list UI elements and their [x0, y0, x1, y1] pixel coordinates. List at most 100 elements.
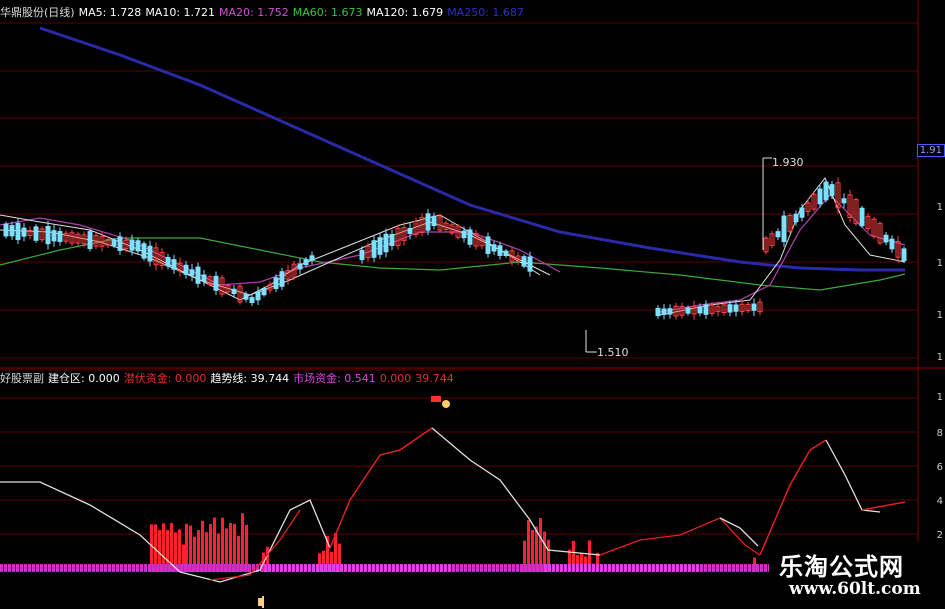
market-money-bar: [552, 564, 555, 572]
candle-body: [111, 239, 117, 247]
chart-canvas[interactable]: [0, 0, 945, 609]
candle-body: [189, 269, 195, 276]
market-money-bar: [156, 564, 159, 572]
market-money-bar: [192, 564, 195, 572]
trend-line-rise: [599, 517, 761, 556]
market-money-bar: [16, 564, 19, 572]
main-indicator-legend: 华鼎股份(日线) MA5: 1.728 MA10: 1.721 MA20: 1.752…: [0, 6, 528, 20]
candle-body: [141, 243, 147, 259]
market-money-bar: [348, 564, 351, 572]
market-money-bar: [744, 564, 747, 572]
market-money-bar: [72, 564, 75, 572]
market-money-bar: [168, 564, 171, 572]
candle-body: [117, 236, 123, 251]
current-price-badge: 1.91: [916, 144, 945, 157]
money-bar: [221, 517, 224, 572]
candle-body: [859, 207, 865, 227]
market-money-bar: [728, 564, 731, 572]
market-money-bar: [444, 564, 447, 572]
market-money-bar: [580, 564, 583, 572]
market-money-bar: [456, 564, 459, 572]
market-money-bar: [448, 564, 451, 572]
market-money-bar: [324, 564, 327, 572]
market-money-bar: [336, 564, 339, 572]
market-money-bar: [292, 564, 295, 572]
market-money-bar: [668, 564, 671, 572]
market-money-bar: [248, 564, 251, 572]
watermark: 乐淘公式网 www.60lt.com: [769, 541, 945, 609]
market-money-bar: [516, 564, 519, 572]
candle-body: [57, 231, 63, 242]
candle-body: [171, 259, 177, 270]
market-money-bar: [528, 564, 531, 572]
market-money-bar: [432, 564, 435, 572]
market-money-bar: [708, 564, 711, 572]
market-money-bar: [388, 564, 391, 572]
market-money-bar: [592, 564, 595, 572]
market-money-bar: [480, 564, 483, 572]
main-item: 华鼎股份(日线): [0, 6, 75, 19]
market-money-bar: [544, 564, 547, 572]
market-money-bar: [624, 564, 627, 572]
candle-body: [297, 263, 303, 270]
candle-body: [231, 288, 237, 295]
market-money-bar: [304, 564, 307, 572]
market-money-bar: [312, 564, 315, 572]
market-money-bar: [616, 564, 619, 572]
main-item: MA10: 1.721: [145, 6, 216, 19]
candle-body: [21, 227, 27, 237]
candle-body: [279, 271, 285, 287]
candle-body: [15, 222, 21, 241]
signal-marker-icon: [442, 400, 450, 408]
market-money-bar: [460, 564, 463, 572]
candle-body: [485, 236, 491, 254]
market-money-bar: [264, 564, 267, 572]
market-money-bar: [380, 564, 383, 572]
stock-chart-app: 华鼎股份(日线) MA5: 1.728 MA10: 1.721 MA20: 1.752…: [0, 0, 945, 609]
market-money-bar: [532, 564, 535, 572]
market-money-bar: [224, 564, 227, 572]
candle-body: [817, 188, 823, 205]
main-item: MA250: 1.687: [447, 6, 524, 19]
candle-body: [431, 215, 437, 226]
market-money-bar: [184, 564, 187, 572]
market-money-bar: [180, 564, 183, 572]
market-money-bar: [412, 564, 415, 572]
market-money-bar: [52, 564, 55, 572]
market-money-bar: [716, 564, 719, 572]
sub-axis-tick: 4: [936, 496, 943, 507]
market-money-bar: [648, 564, 651, 572]
market-money-bar: [520, 564, 523, 572]
candle-body: [491, 244, 497, 252]
market-money-bar: [132, 564, 135, 572]
market-money-bar: [564, 564, 567, 572]
market-money-bar: [296, 564, 299, 572]
market-money-bar: [36, 564, 39, 572]
market-money-bar: [216, 564, 219, 572]
market-money-bar: [280, 564, 283, 572]
axis-tick: 1: [936, 202, 943, 213]
market-money-bar: [188, 564, 191, 572]
market-money-bar: [496, 564, 499, 572]
candle-body: [461, 230, 467, 239]
candle-body: [147, 245, 153, 262]
candle-body: [33, 226, 39, 241]
sub-axis-tick: 1: [936, 392, 943, 403]
market-money-bar: [692, 564, 695, 572]
trend-line-rise: [329, 427, 433, 549]
market-money-bar: [20, 564, 23, 572]
market-money-bar: [8, 564, 11, 572]
market-money-bar: [720, 564, 723, 572]
candle-body: [273, 277, 279, 290]
market-money-bar: [600, 564, 603, 572]
market-money-bar: [376, 564, 379, 572]
market-money-bar: [148, 564, 151, 572]
market-money-bar: [472, 564, 475, 572]
axis-tick: 1: [936, 258, 943, 269]
market-money-bar: [268, 564, 271, 572]
market-money-bar: [512, 564, 515, 572]
market-money-bar: [104, 564, 107, 572]
market-money-bar: [752, 564, 755, 572]
market-money-bar: [364, 564, 367, 572]
market-money-bar: [244, 564, 247, 572]
